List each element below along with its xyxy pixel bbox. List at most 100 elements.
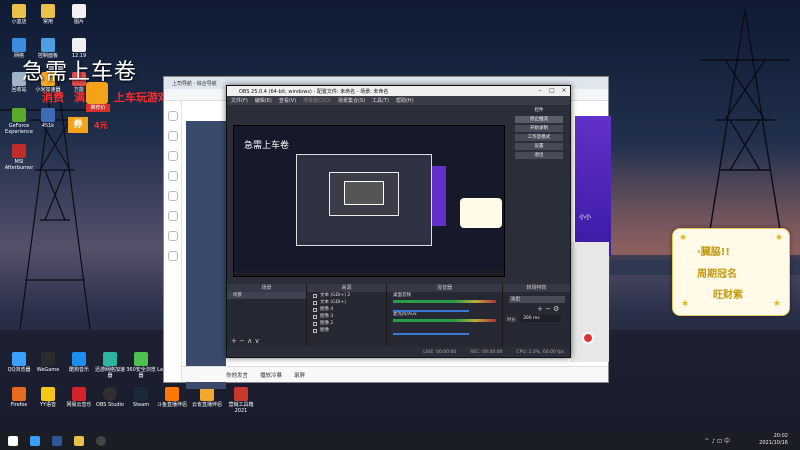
browser-side-bar <box>164 101 182 382</box>
desktop-icon[interactable]: WeGame <box>31 352 65 373</box>
netease-music-icon <box>72 387 86 401</box>
source-item[interactable]: 图像 <box>307 327 386 334</box>
desktop-icon[interactable]: 360安全浏览器 <box>124 352 158 379</box>
obs-docks: 场景 场景 + − ∧ ∨ 来源 文本 (GDI+) 2 文本 (GDI+) 图… <box>227 284 570 347</box>
system-tray-clock[interactable]: 20:02 2021/10/16 <box>759 433 788 447</box>
settings-button[interactable]: 设置 <box>515 143 563 150</box>
bottom-item[interactable]: 录屏 <box>294 371 305 379</box>
desktop-icon[interactable]: 网易云音乐 <box>62 387 96 408</box>
obs-window[interactable]: OBS 25.0.4 (64-bit, windows) - 配置文件: 未命名… <box>226 85 571 358</box>
desktop-icon[interactable]: 常用 <box>31 4 65 25</box>
folder-icon <box>41 4 55 18</box>
scene-item[interactable]: 场景 <box>227 292 306 299</box>
qq-browser-icon[interactable] <box>30 435 40 446</box>
volume-slider[interactable] <box>393 310 469 312</box>
word-icon[interactable] <box>52 435 62 446</box>
douyu-icon <box>165 387 179 401</box>
bottom-item[interactable]: 你他发言 <box>226 371 248 379</box>
overlay-text-part3: 上车玩游戏 <box>114 91 169 104</box>
studio-mode-button[interactable]: 工作室模式 <box>515 134 563 141</box>
stop-streaming-button[interactable]: 停止推流 <box>515 116 563 123</box>
sidebar-icon[interactable] <box>167 231 178 241</box>
audio-meter <box>393 300 496 303</box>
exit-button[interactable]: 退出 <box>515 152 563 159</box>
duration-label: 时长 <box>507 318 516 323</box>
sidebar-icon[interactable] <box>167 131 178 141</box>
transitions-dock: 转场特效 淡出 + − ⚙ 时长 300 ms <box>503 284 570 347</box>
menu-help[interactable]: 帮助(H) <box>396 97 414 104</box>
source-item[interactable]: 图像 2 <box>307 320 386 327</box>
live-time: LIVE: 00:00:00 <box>423 349 457 355</box>
note-line-1: ·臓脇!! <box>697 247 730 258</box>
file-icon <box>72 38 86 52</box>
scenes-header: 场景 <box>227 284 306 292</box>
xunyou-icon <box>103 352 117 366</box>
start-recording-button[interactable]: 开始录制 <box>515 125 563 132</box>
transitions-header: 转场特效 <box>503 284 570 292</box>
msi-afterburner-icon <box>12 144 26 158</box>
menu-docks[interactable]: 停靠窗口(D) <box>303 97 331 104</box>
note-line-2: 周期冠名 <box>697 269 737 280</box>
steam-icon <box>134 387 148 401</box>
price-badge-label: 推荐价 <box>86 104 110 112</box>
desktop-icon[interactable]: 斗鱼直播伴侣 <box>155 387 189 408</box>
image-icon <box>313 307 317 312</box>
desktop-icon[interactable]: Steam <box>124 387 158 408</box>
network-icon <box>12 38 26 52</box>
side-label: 小小 <box>579 214 592 221</box>
image-icon <box>313 328 317 333</box>
note-line-3: 旺财紫 <box>713 290 743 301</box>
sidebar-icon[interactable] <box>167 211 178 221</box>
bottom-item[interactable]: 播放冷暴 <box>260 371 282 379</box>
windows-start-icon[interactable] <box>8 435 18 446</box>
stream-title-overlay: 急需上车卷 <box>22 60 138 85</box>
desktop-icon[interactable]: 酷狗音乐 <box>62 352 96 373</box>
duration-input[interactable]: 300 ms <box>521 315 561 322</box>
page-right-strip <box>571 242 609 362</box>
source-item[interactable]: 图像 4 <box>307 306 386 313</box>
folder-icon[interactable] <box>74 435 84 446</box>
tray-icons[interactable]: ^ ♪ ⊡ 中 <box>704 436 730 445</box>
menu-view[interactable]: 查看(V) <box>279 97 296 104</box>
source-item[interactable]: 文本 (GDI+) <box>307 299 386 306</box>
mixer-channel-label: 麦克风/Aux <box>393 312 417 317</box>
coupon-suffix: 4元 <box>94 121 108 130</box>
menu-scene-collection[interactable]: 场景集合(S) <box>338 97 365 104</box>
browser-page-banner <box>186 121 226 389</box>
menu-edit[interactable]: 编辑(E) <box>255 97 272 104</box>
sidebar-icon[interactable] <box>167 151 178 161</box>
obs-preview[interactable]: 急需上车卷 <box>233 125 505 277</box>
red-dot-badge[interactable] <box>582 332 594 344</box>
source-item[interactable]: 文本 (GDI+) 2 <box>307 292 386 299</box>
volume-slider[interactable] <box>393 333 469 335</box>
desktop-icon[interactable]: 451k <box>31 108 65 129</box>
desktop-icon[interactable]: 营销工具箱 2021 <box>224 387 258 414</box>
source-item[interactable]: 图像 3 <box>307 313 386 320</box>
obs-title-bar[interactable]: OBS 25.0.4 (64-bit, windows) - 配置文件: 未命名… <box>227 86 570 96</box>
obs-icon <box>103 387 117 401</box>
settings-gear-icon[interactable] <box>96 435 106 446</box>
desktop-icon[interactable]: YY语音 <box>31 387 65 408</box>
overlay-text-part1: 消费 <box>42 91 64 104</box>
desktop-icon[interactable]: 图片 <box>62 4 96 25</box>
file-icon <box>72 4 86 18</box>
minimize-icon[interactable]: – <box>534 86 546 96</box>
control-panel-icon <box>41 38 55 52</box>
desktop-icon[interactable]: 迅游网络加速器 <box>93 352 127 379</box>
transition-select[interactable]: 淡出 <box>509 296 565 303</box>
close-icon[interactable]: × <box>558 86 570 96</box>
star-icon: ★ <box>774 233 783 243</box>
sidebar-icon[interactable] <box>167 251 178 261</box>
sidebar-icon[interactable] <box>167 171 178 181</box>
folder-icon <box>12 4 26 18</box>
desktop-icon[interactable]: MSI Afterburner <box>2 144 36 171</box>
menu-tools[interactable]: 工具(T) <box>372 97 389 104</box>
maximize-icon[interactable]: □ <box>546 86 558 96</box>
desktop-icon[interactable]: OBS Studio <box>93 387 127 408</box>
text-icon <box>313 293 317 298</box>
desktop-icon[interactable]: 云雀直播伴侣 <box>190 387 224 408</box>
menu-file[interactable]: 文件(F) <box>231 97 248 104</box>
sidebar-icon[interactable] <box>167 191 178 201</box>
coupon-badge: 券 <box>68 117 88 133</box>
sidebar-icon[interactable] <box>167 111 178 121</box>
